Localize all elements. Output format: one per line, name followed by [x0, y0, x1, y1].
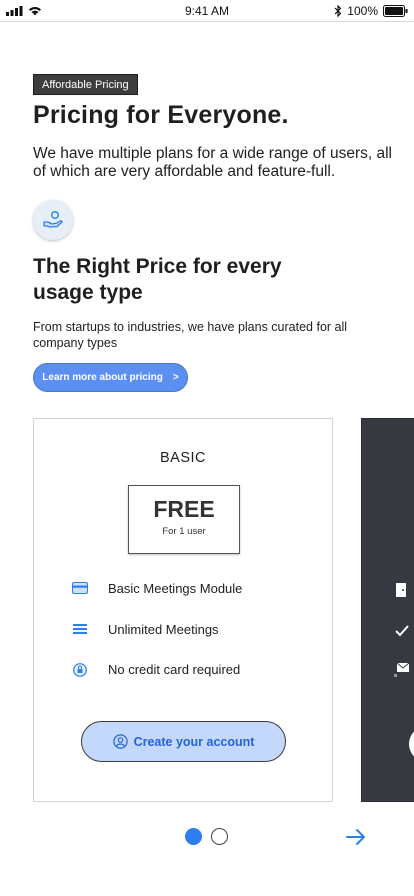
learn-more-button[interactable]: Learn more about pricing > — [33, 363, 188, 392]
learn-more-label: Learn more about pricing — [42, 372, 163, 383]
arrow-right-icon[interactable] — [345, 826, 367, 848]
plan-price-note: For 1 user — [162, 526, 206, 537]
plan-card-basic: BASIC FREE For 1 user Basic Meetings Mod… — [33, 418, 333, 802]
feature-label: No credit card required — [108, 661, 241, 677]
plan-name: BASIC — [159, 450, 206, 466]
envelope-icon — [394, 662, 410, 677]
page-title: Pricing for Everyone. — [33, 101, 289, 129]
battery-icon — [383, 5, 408, 17]
create-account-button[interactable]: Create your account — [81, 721, 286, 762]
credit-card-icon — [70, 578, 90, 598]
battery-percent: 100% — [347, 4, 378, 18]
page-lead: We have multiple plans for a wide range … — [33, 145, 392, 180]
door-icon — [396, 583, 406, 597]
user-circle-icon — [112, 734, 128, 749]
list-lines-icon — [70, 619, 90, 639]
pager-dot-1[interactable] — [185, 828, 202, 845]
feature-label: Unlimited Meetings — [108, 621, 219, 637]
pricing-tag: Affordable Pricing — [33, 74, 138, 95]
status-bar: 9:41 AM 100% — [0, 0, 414, 22]
create-account-label: Create your account — [133, 734, 255, 749]
plan-card-next[interactable] — [361, 418, 414, 802]
feature-label: Basic Meetings Module — [108, 580, 243, 596]
hand-coin-icon — [33, 200, 73, 240]
lock-badge-icon — [70, 659, 90, 679]
status-right: 100% — [334, 4, 408, 18]
bluetooth-icon — [334, 5, 342, 17]
price-box: FREE For 1 user — [128, 485, 240, 554]
chevron-right-icon: > — [172, 372, 179, 383]
next-card-button[interactable] — [409, 726, 414, 762]
plan-price: FREE — [153, 496, 215, 522]
section-subtitle: From startups to industries, we have pla… — [33, 320, 348, 350]
feature-item: Basic Meetings Module — [70, 578, 242, 598]
feature-item: Unlimited Meetings — [70, 619, 219, 639]
section-title: The Right Price for every usage type — [33, 255, 282, 304]
check-icon — [395, 625, 409, 637]
pager-dot-2[interactable] — [211, 828, 228, 845]
feature-item: No credit card required — [70, 659, 240, 679]
